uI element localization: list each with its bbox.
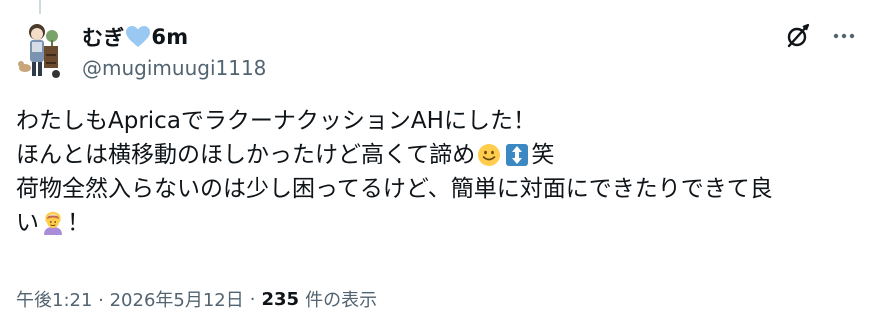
post-text-line: わたしもApricaでラクーナクッションAHにした！: [16, 104, 860, 138]
post-header: むぎ 6m @mugimuugi1118: [82, 22, 864, 82]
meta-separator: ·: [249, 288, 256, 310]
author-name-suffix[interactable]: 6m: [151, 25, 188, 49]
post-actions: [784, 22, 858, 50]
author-name-row[interactable]: むぎ 6m: [82, 22, 864, 52]
post-text-segment: 笑: [531, 142, 555, 168]
views-count: 235: [261, 288, 300, 310]
post-text-segment: い: [16, 210, 39, 236]
thread-connector-line: [39, 0, 41, 14]
person-gesturing-ok-icon: [41, 211, 65, 235]
more-button[interactable]: [830, 22, 858, 50]
post-text-line: ほんとは横移動のほしかったけど高くて諦め 笑: [16, 138, 860, 172]
post-text-line: い ！: [16, 206, 860, 240]
avatar[interactable]: [16, 18, 64, 80]
post-timestamp[interactable]: 午後1:21 · 2026年5月12日: [16, 286, 244, 312]
post-meta: 午後1:21 · 2026年5月12日 · 235 件の表示: [16, 286, 377, 312]
grok-button[interactable]: [784, 22, 812, 50]
avatar-illustration: [16, 18, 64, 80]
post-text-segment: わたしもApricaでラクーナクッションAHにした！: [16, 108, 536, 134]
post-text-segment: 荷物全然入らないのは少し困ってるけど、簡単に対面にできたりできて良: [16, 176, 773, 202]
post-text-segment: ！: [67, 210, 90, 236]
grok-icon: [787, 23, 810, 48]
blue-heart-icon: [126, 26, 151, 48]
post-text-segment: ほんとは横移動のほしかったけど高くて諦め: [16, 142, 476, 168]
more-icon: [833, 33, 855, 39]
views-label: 件の表示: [305, 290, 378, 311]
slightly-smiling-face-icon: [477, 143, 501, 167]
author-handle[interactable]: @mugimuugi1118: [82, 54, 864, 82]
post-text: わたしもApricaでラクーナクッションAHにした！ ほんとは横移動のほしかった…: [16, 104, 860, 240]
up-down-arrow-icon: [505, 143, 529, 167]
post-text-line: 荷物全然入らないのは少し困ってるけど、簡単に対面にできたりできて良: [16, 172, 860, 206]
author-name-prefix[interactable]: むぎ: [82, 22, 124, 52]
